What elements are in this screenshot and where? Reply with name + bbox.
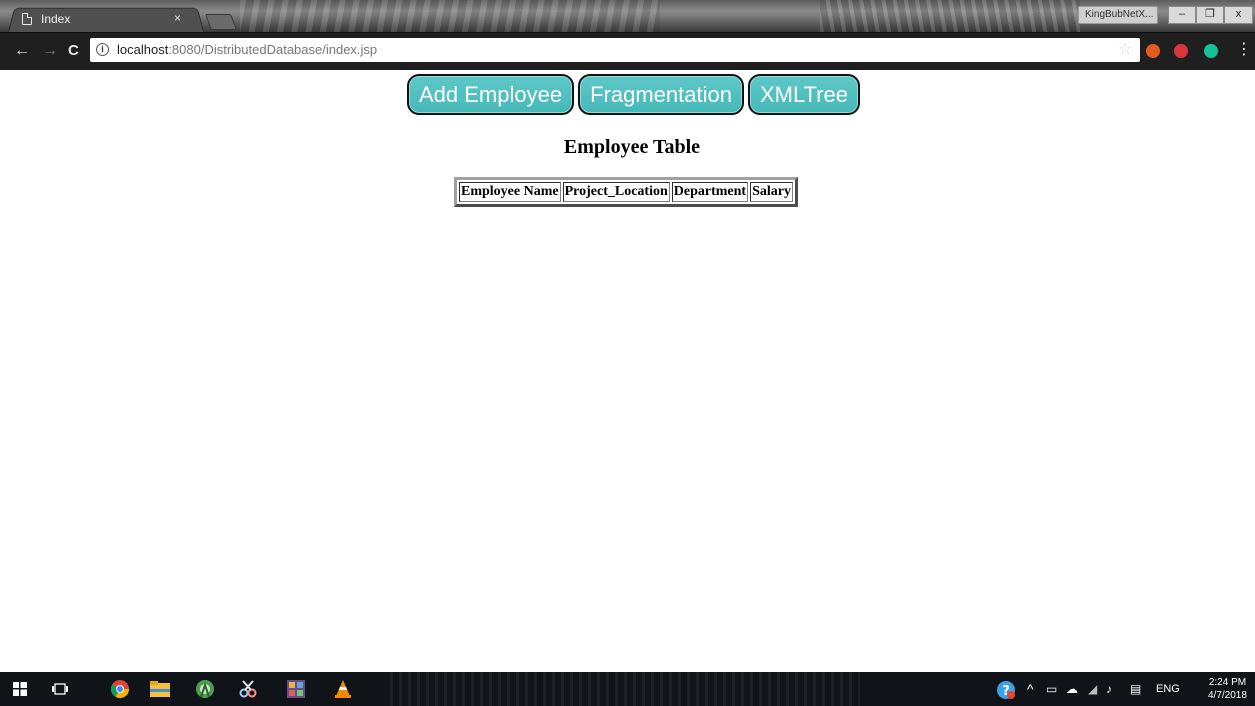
tabstrip-theme-texture	[820, 0, 1080, 32]
battery-icon[interactable]: ▭	[1046, 672, 1057, 706]
clock-date: 4/7/2018	[1208, 690, 1247, 701]
restore-button[interactable]: ❐	[1196, 6, 1224, 24]
start-windows-icon[interactable]	[0, 672, 40, 706]
windows-taskbar: ? ^ ▭ ☁ ◢ ♪ ▤ ENG 2:24 PM 4/7/2018	[0, 672, 1255, 706]
cloud-icon[interactable]: ☁	[1066, 672, 1078, 706]
chrome-taskbar-icon[interactable]	[100, 672, 140, 706]
column-header-department: Department	[671, 182, 749, 202]
tab-close-icon[interactable]: ×	[174, 11, 181, 25]
minimize-button[interactable]: –	[1168, 6, 1196, 24]
add-employee-button[interactable]: Add Employee	[407, 74, 575, 115]
fragmentation-button[interactable]: Fragmentation	[578, 74, 744, 115]
clock-time: 2:24 PM	[1208, 677, 1247, 688]
employee-table: Employee Name Project_Location Departmen…	[454, 177, 798, 207]
url-host: localhost	[117, 42, 169, 57]
xmltree-button[interactable]: XMLTree	[747, 74, 860, 115]
reload-icon[interactable]: C	[68, 41, 79, 61]
language-indicator[interactable]: ENG	[1156, 672, 1180, 706]
task-view-icon[interactable]	[40, 672, 80, 706]
lock-extension-icon[interactable]	[1146, 44, 1160, 58]
vlc-icon[interactable]	[323, 672, 363, 706]
system-clock[interactable]: 2:24 PM 4/7/2018	[1208, 676, 1247, 702]
tabstrip-theme-texture	[240, 0, 660, 32]
action-center-icon[interactable]: ▤	[1130, 672, 1141, 706]
wifi-icon[interactable]: ◢	[1088, 672, 1097, 706]
close-window-button[interactable]: x	[1224, 6, 1253, 24]
address-bar[interactable]: i localhost:8080/DistributedDatabase/ind…	[90, 38, 1140, 62]
file-explorer-icon[interactable]	[140, 672, 180, 706]
page-title: Employee Table	[563, 136, 701, 158]
help-icon[interactable]: ?	[996, 672, 1016, 706]
url-text[interactable]: localhost:8080/DistributedDatabase/index…	[117, 42, 377, 57]
app-taskbar-icon[interactable]	[276, 672, 316, 706]
profile-button[interactable]: KingBubNetX...	[1078, 6, 1158, 24]
browser-tab-strip: Index × KingBubNetX... – ❐ x	[0, 0, 1255, 32]
android-studio-icon[interactable]	[185, 672, 225, 706]
nav-button-row: Add Employee Fragmentation XMLTree	[0, 74, 1255, 115]
menu-kebab-icon[interactable]: ⋮	[1236, 40, 1252, 60]
column-header-employee-name: Employee Name	[459, 182, 561, 202]
back-arrow-icon[interactable]: ←	[14, 41, 30, 61]
info-icon[interactable]: i	[96, 43, 109, 56]
new-tab-button[interactable]	[205, 14, 237, 30]
volume-icon[interactable]: ♪	[1106, 672, 1112, 706]
column-header-project-location: Project_Location	[562, 182, 670, 202]
block-extension-icon[interactable]	[1174, 44, 1188, 58]
grammarly-extension-icon[interactable]	[1204, 44, 1218, 58]
browser-tab-label-group[interactable]: Index	[22, 10, 70, 28]
page-icon	[22, 13, 32, 25]
taskbar-wallpaper	[390, 672, 860, 706]
table-header-row: Employee Name Project_Location Departmen…	[459, 182, 793, 202]
page-content: Add Employee Fragmentation XMLTree Emplo…	[0, 70, 1255, 672]
snipping-tool-icon[interactable]	[228, 672, 268, 706]
url-path: :8080/DistributedDatabase/index.jsp	[168, 42, 378, 57]
tab-title: Index	[41, 12, 71, 26]
column-header-salary: Salary	[750, 182, 793, 202]
chevron-up-icon[interactable]: ^	[1027, 672, 1034, 706]
forward-arrow-icon[interactable]: →	[42, 41, 58, 61]
bookmark-star-icon[interactable]: ☆	[1118, 38, 1132, 62]
